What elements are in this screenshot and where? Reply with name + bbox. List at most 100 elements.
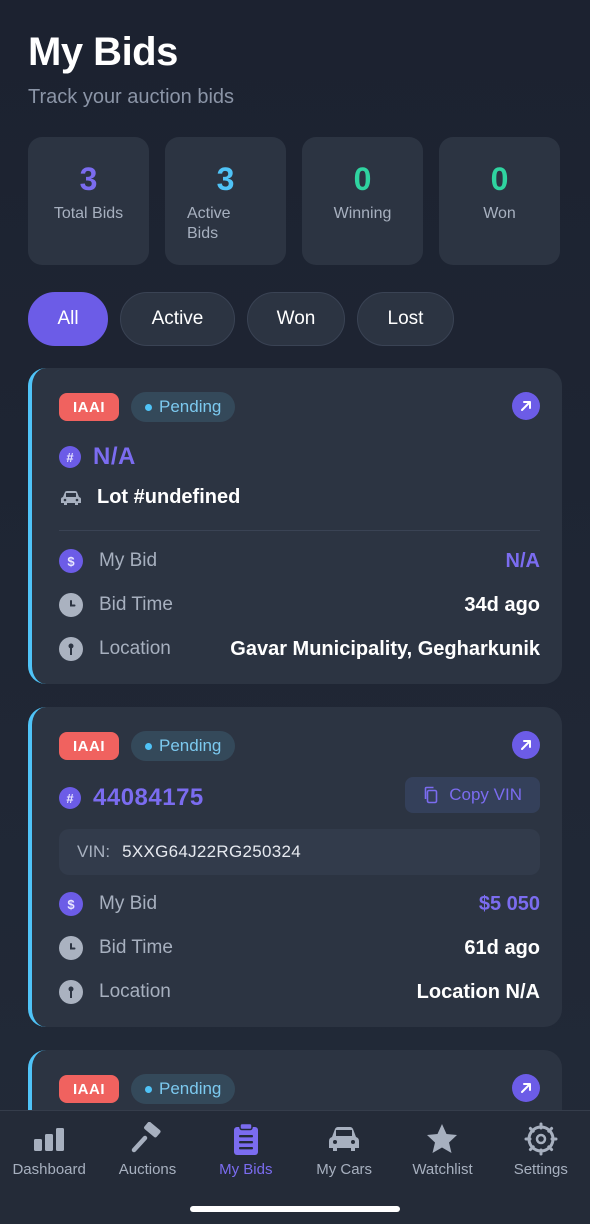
copy-vin-label: Copy VIN	[449, 785, 522, 804]
bid-time-row: Bid Time 34d ago	[59, 593, 540, 617]
car-icon	[61, 490, 81, 505]
location-row: Location Gavar Municipality, Gegharkunik	[59, 637, 540, 661]
copy-icon	[424, 786, 438, 804]
page-title: My Bids	[28, 30, 178, 74]
tab-label: My Cars	[316, 1161, 373, 1178]
car-icon	[329, 1127, 360, 1151]
home-indicator[interactable]	[190, 1206, 400, 1212]
open-bid-button[interactable]	[512, 392, 540, 420]
auction-badge: IAAI	[59, 1075, 119, 1103]
status-dot	[145, 742, 152, 750]
location-value: Location N/A	[416, 980, 540, 1003]
card-badges: IAAI Pending	[59, 392, 236, 422]
tab-label: My Bids	[219, 1161, 273, 1178]
location-label: Location	[99, 981, 171, 1002]
bid-id: 44084175	[93, 784, 204, 811]
copy-vin-button[interactable]: Copy VIN	[405, 777, 540, 813]
status-text: Pending	[159, 397, 222, 416]
status-badge: Pending	[131, 1074, 236, 1104]
clock-icon	[59, 593, 83, 617]
stat-value: 0	[490, 161, 509, 197]
stat-won: 0 Won	[439, 137, 560, 265]
bid-time-label: Bid Time	[99, 594, 173, 615]
status-text: Pending	[159, 1079, 222, 1098]
filter-won[interactable]: Won	[247, 292, 345, 346]
tab-label: Auctions	[118, 1161, 177, 1178]
clock-icon	[59, 936, 83, 960]
open-bid-button[interactable]	[512, 731, 540, 759]
stat-value: 0	[353, 161, 372, 197]
status-text: Pending	[159, 736, 222, 755]
my-bid-row: $ My Bid N/A	[59, 549, 540, 573]
vin-value: 5XXG64J22RG250324	[122, 842, 302, 861]
location-label: Location	[99, 638, 171, 659]
arrow-up-right-icon	[521, 740, 531, 750]
my-bid-label: My Bid	[99, 550, 158, 571]
stat-label: Won	[483, 205, 516, 222]
status-badge: Pending	[131, 392, 236, 422]
gavel-icon	[132, 1122, 162, 1153]
tab-label: Dashboard	[12, 1161, 86, 1178]
tab-auctions[interactable]: Auctions	[98, 1121, 196, 1178]
bid-time-row: Bid Time 61d ago	[59, 936, 540, 960]
bid-id-row: # N/A	[59, 443, 136, 471]
tab-dashboard[interactable]: Dashboard	[0, 1121, 98, 1178]
card-badges: IAAI Pending	[59, 731, 236, 761]
dollar-icon: $	[59, 892, 83, 916]
bid-id: N/A	[93, 443, 136, 470]
location-pin-icon	[59, 980, 83, 1004]
filter-lost[interactable]: Lost	[357, 292, 454, 346]
hash-icon: #	[59, 787, 81, 809]
filter-active[interactable]: Active	[120, 292, 235, 346]
location-pin-icon	[59, 637, 83, 661]
stat-value: 3	[79, 161, 98, 197]
bid-time-value: 61d ago	[464, 936, 540, 959]
stat-label: Active Bids	[187, 205, 231, 242]
my-bid-label: My Bid	[99, 893, 158, 914]
stat-label: Total Bids	[53, 205, 124, 222]
filter-all[interactable]: All	[28, 292, 108, 346]
hash-icon: #	[59, 446, 81, 468]
tab-settings[interactable]: Settings	[492, 1121, 590, 1178]
bid-time-label: Bid Time	[99, 937, 173, 958]
tab-watchlist[interactable]: Watchlist	[393, 1121, 491, 1178]
tab-label: Settings	[513, 1161, 568, 1178]
bar-chart-icon	[34, 1128, 65, 1151]
gear-icon	[524, 1122, 558, 1156]
stat-value: 3	[216, 161, 235, 197]
stat-winning: 0 Winning	[302, 137, 423, 265]
open-bid-button[interactable]	[512, 1074, 540, 1102]
arrow-up-right-icon	[521, 401, 531, 411]
status-dot	[145, 1085, 152, 1093]
bid-time-value: 34d ago	[464, 593, 540, 616]
stats-row: 3 Total Bids 3 Active Bids 0 Winning 0 W…	[28, 137, 562, 265]
auction-badge: IAAI	[59, 732, 119, 760]
bid-card[interactable]: IAAI Pending # 44084175 Copy VIN VIN: 5X…	[28, 707, 562, 1027]
lot-row: Lot #undefined	[59, 486, 240, 509]
page-subtitle: Track your auction bids	[28, 86, 235, 108]
auction-badge: IAAI	[59, 393, 119, 421]
my-bids-screen: My Bids Track your auction bids 3 Total …	[0, 0, 590, 1224]
tab-my-cars[interactable]: My Cars	[295, 1121, 393, 1178]
arrow-up-right-icon	[521, 1083, 531, 1093]
bid-card[interactable]: IAAI Pending # N/A Lot #undefined $ My B…	[28, 368, 562, 684]
tab-my-bids[interactable]: My Bids	[197, 1121, 295, 1178]
clipboard-icon	[233, 1122, 258, 1155]
stat-total-bids: 3 Total Bids	[28, 137, 149, 265]
status-badge: Pending	[131, 731, 236, 761]
vin-box: VIN: 5XXG64J22RG250324	[59, 829, 540, 875]
my-bid-row: $ My Bid $5 050	[59, 892, 540, 916]
divider	[59, 530, 540, 531]
status-dot	[145, 403, 152, 411]
location-row: Location Location N/A	[59, 980, 540, 1004]
lot-number: Lot #undefined	[97, 486, 241, 508]
stat-label: Winning	[333, 205, 392, 222]
dollar-icon: $	[59, 549, 83, 573]
bid-id-row: # 44084175	[59, 784, 204, 812]
my-bid-value: N/A	[505, 549, 540, 572]
star-icon	[427, 1124, 458, 1153]
stat-active-bids: 3 Active Bids	[165, 137, 286, 265]
location-value: Gavar Municipality, Gegharkunik	[230, 637, 540, 660]
tab-label: Watchlist	[412, 1161, 473, 1178]
card-badges: IAAI Pending	[59, 1074, 236, 1104]
